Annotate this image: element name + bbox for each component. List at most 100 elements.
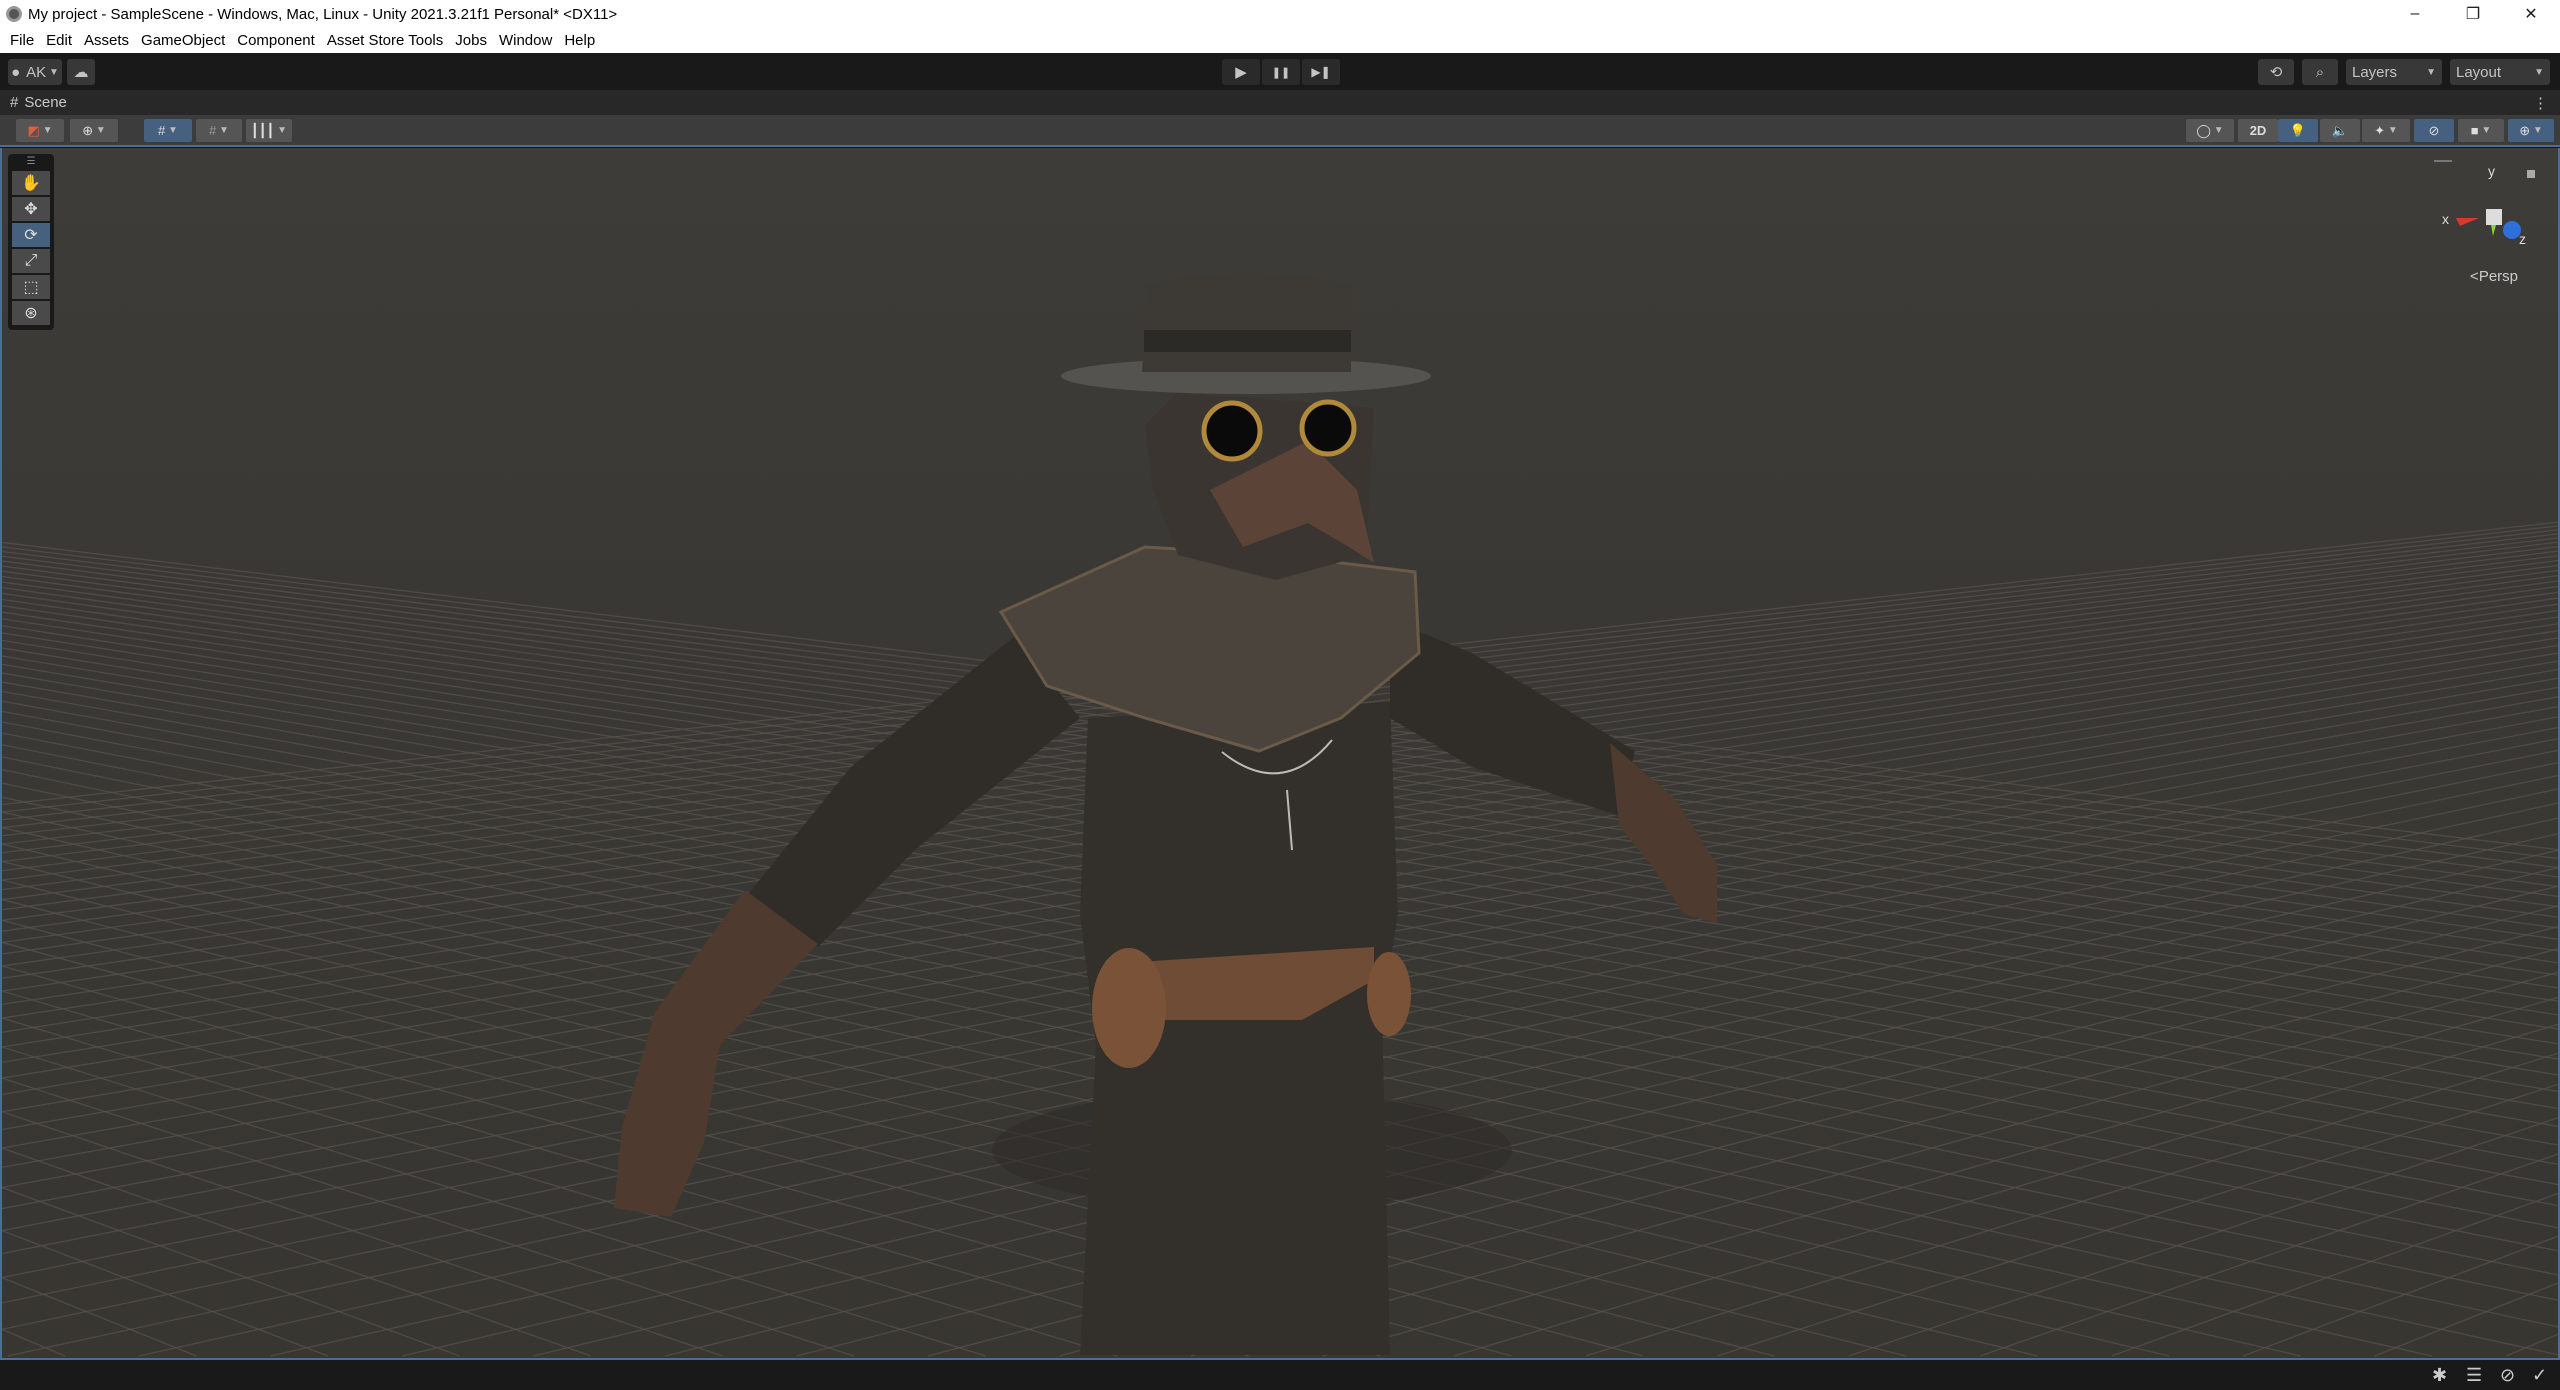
more-options-icon[interactable]: ⋮ [2533, 94, 2548, 112]
close-button[interactable]: ✕ [2502, 0, 2560, 28]
unity-logo-icon [6, 6, 22, 22]
rect-tool-button[interactable]: ⬚ [12, 275, 50, 299]
lighting-toggle[interactable]: 💡 [2278, 119, 2318, 142]
grid-line [1453, 1023, 2558, 1357]
transform-icon: ⊛ [24, 305, 38, 322]
menu-component[interactable]: Component [231, 32, 321, 49]
scene-tab[interactable]: # Scene ⋮ [0, 90, 2560, 115]
grid-line [2, 1328, 66, 1357]
transform-tool-button[interactable]: ⊛ [12, 301, 50, 325]
projection-label: Persp [2478, 268, 2518, 285]
audio-muted-icon: 🔈 [2331, 122, 2349, 138]
grid-snap-icon: # [158, 123, 166, 138]
camera-settings-dropdown[interactable]: ■ ▼ [2458, 119, 2504, 142]
grid-line [2111, 1192, 2558, 1357]
shading-mode-dropdown[interactable]: ◯ ▼ [2186, 119, 2234, 142]
gizmos-dropdown[interactable]: ⊕ ▼ [2508, 119, 2554, 142]
toggle-2d-button[interactable]: 2D [2238, 119, 2278, 142]
toggle-2d-label: 2D [2249, 123, 2267, 138]
global-local-dropdown[interactable]: ⊕ ▼ [70, 119, 118, 142]
hand-icon: ✋ [21, 175, 41, 192]
grid-line [1979, 1153, 2558, 1357]
search-button[interactable]: ⌕ [2302, 59, 2338, 85]
scene-visibility-toggle[interactable]: ⊘ [2414, 119, 2454, 142]
account-label: AK [26, 63, 47, 81]
menu-edit[interactable]: Edit [40, 32, 78, 49]
effects-icon: ✦ [2374, 122, 2386, 138]
auto-generate-lighting-icon[interactable]: ⊘ [2500, 1365, 2515, 1386]
lightbulb-icon: 💡 [2289, 122, 2307, 138]
drag-handle-icon[interactable]: ☰ [12, 157, 50, 169]
align-dropdown[interactable]: ┃┃┃ ▼ [246, 119, 292, 142]
gizmos-icon: ⊕ [2519, 122, 2531, 138]
play-icon: ▶ [1235, 64, 1247, 81]
scene-viewport[interactable]: ☰ ✋ ✥ ⟳ ⤢ ⬚ ⊛ y x z <Persp [0, 148, 2560, 1360]
menu-bar: File Edit Assets GameObject Component As… [0, 28, 2560, 53]
menu-asset-store-tools[interactable]: Asset Store Tools [321, 32, 449, 49]
step-icon: ▶❚ [1311, 65, 1331, 79]
grid-line [2, 898, 1775, 1357]
chevron-left-icon: < [2470, 268, 2479, 285]
chevron-down-icon: ▼ [2534, 66, 2544, 78]
right-pouch [1367, 952, 1411, 1036]
scene-render [2, 273, 2558, 1357]
increment-snapping-dropdown[interactable]: # ▼ [196, 119, 242, 142]
play-button[interactable]: ▶ [1222, 59, 1260, 85]
grid-line [2, 1147, 592, 1357]
debug-bug-icon[interactable]: ✱ [2432, 1365, 2447, 1386]
undo-history-button[interactable]: ⟲ [2258, 59, 2294, 85]
grid-line [270, 833, 2558, 1357]
maximize-button[interactable]: ❐ [2444, 0, 2502, 28]
scale-tool-button[interactable]: ⤢ [12, 249, 50, 273]
scene-toolbar: ◩ ▼ ⊕ ▼ # ▼ # ▼ ┃┃┃ ▼ ◯ ▼ 2D 💡 🔈 ✦ ▼ ⊘ ■… [0, 115, 2560, 147]
pause-button[interactable]: ❚❚ [1262, 59, 1300, 85]
grid-line [664, 885, 2558, 1357]
cloud-button[interactable]: ☁ [67, 59, 95, 85]
user-icon: ● [11, 63, 21, 81]
title-bar: My project - SampleScene - Windows, Mac,… [0, 0, 2560, 28]
rect-transform-icon: ⬚ [23, 279, 39, 296]
grid-line [1848, 1117, 2558, 1357]
grid-line [2, 1077, 855, 1357]
grid-line [2, 1277, 197, 1357]
left-goggle [1201, 400, 1263, 462]
rotate-tool-button[interactable]: ⟳ [12, 223, 50, 247]
history-icon: ⟲ [2269, 64, 2283, 81]
menu-jobs[interactable]: Jobs [449, 32, 493, 49]
main-toolbar: ● AK ▼ ☁ ▶ ❚❚ ▶❚ ⟲ ⌕ Layers ▼ Layout ▼ [0, 53, 2560, 90]
projection-toggle[interactable]: <Persp [2470, 268, 2518, 285]
cache-server-icon[interactable]: ☰ [2466, 1365, 2482, 1386]
menu-file[interactable]: File [4, 32, 40, 49]
hat-crown [1142, 273, 1351, 372]
grid-line [2, 860, 2038, 1357]
menu-gameobject[interactable]: GameObject [135, 32, 231, 49]
grid-line [533, 867, 2558, 1357]
tool-palette: ☰ ✋ ✥ ⟳ ⤢ ⬚ ⊛ [8, 154, 54, 330]
hand-tool-button[interactable]: ✋ [12, 171, 50, 195]
scale-icon: ⤢ [24, 252, 38, 269]
move-tool-button[interactable]: ✥ [12, 197, 50, 221]
menu-window[interactable]: Window [493, 32, 558, 49]
chevron-down-icon: ▼ [46, 66, 59, 78]
effects-dropdown[interactable]: ✦ ▼ [2362, 119, 2410, 142]
align-icon: ┃┃┃ [250, 122, 275, 138]
layout-dropdown[interactable]: Layout ▼ [2450, 59, 2550, 85]
step-button[interactable]: ▶❚ [1302, 59, 1340, 85]
pause-icon: ❚❚ [1271, 66, 1291, 79]
right-goggle [1299, 399, 1357, 457]
grid-line [1716, 1083, 2558, 1357]
layers-dropdown[interactable]: Layers ▼ [2346, 59, 2442, 85]
draw-mode-dropdown[interactable]: ◩ ▼ [16, 119, 64, 142]
grid-snapping-dropdown[interactable]: # ▼ [144, 119, 192, 142]
menu-help[interactable]: Help [558, 32, 601, 49]
checkmark-circle-icon[interactable]: ✓ [2532, 1365, 2547, 1386]
account-dropdown[interactable]: ● AK ▼ [8, 59, 62, 85]
search-icon: ⌕ [2315, 63, 2325, 81]
status-bar: ✱ ☰ ⊘ ✓ [0, 1360, 2560, 1390]
move-arrows-icon: ✥ [24, 201, 38, 218]
minimize-button[interactable]: – [2386, 0, 2444, 28]
audio-toggle[interactable]: 🔈 [2320, 119, 2360, 142]
scene-grid-icon: # [10, 94, 19, 111]
menu-assets[interactable]: Assets [78, 32, 135, 49]
scene-tab-label: Scene [24, 94, 67, 111]
